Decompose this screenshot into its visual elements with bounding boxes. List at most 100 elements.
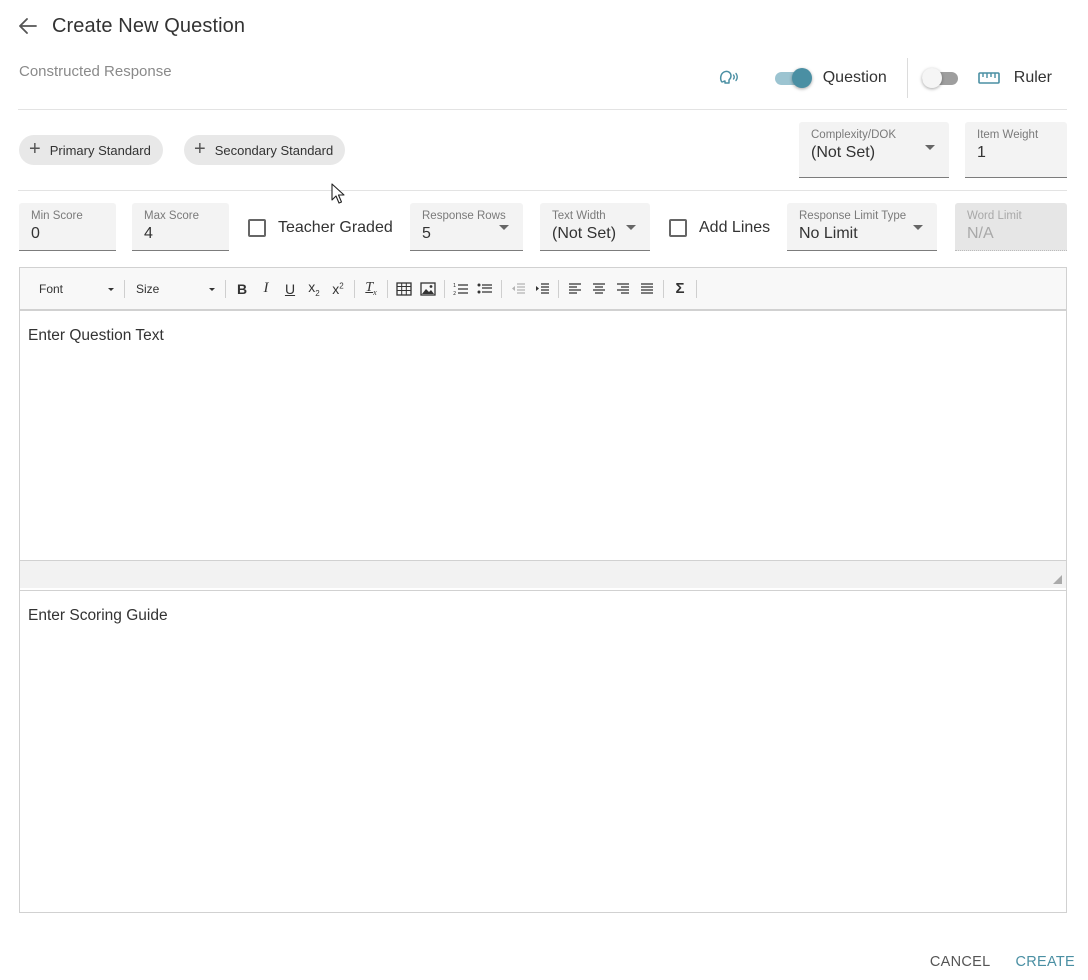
text-width-select[interactable]: Text Width (Not Set) xyxy=(540,203,650,251)
toolbar-separator xyxy=(387,279,388,298)
header: Create New Question xyxy=(18,12,245,40)
align-center-icon[interactable] xyxy=(587,277,611,301)
item-weight-input[interactable]: Item Weight 1 xyxy=(965,122,1067,178)
response-rows-select[interactable]: Response Rows 5 xyxy=(410,203,523,251)
subscript-icon[interactable]: x2 xyxy=(302,277,326,301)
italic-icon[interactable]: I xyxy=(254,277,278,301)
scoring-guide-area[interactable]: Enter Scoring Guide xyxy=(19,591,1067,913)
chevron-down-icon xyxy=(925,145,935,150)
response-rows-value: 5 xyxy=(422,225,431,242)
max-score-input[interactable]: Max Score 4 xyxy=(132,203,229,251)
toolbar-separator xyxy=(663,279,664,298)
superscript-icon[interactable]: x2 xyxy=(326,277,350,301)
teacher-graded-checkbox[interactable]: Teacher Graded xyxy=(248,217,393,239)
divider-top xyxy=(18,109,1067,110)
plus-icon: + xyxy=(194,138,206,160)
ruler-toggle-knob xyxy=(921,68,942,88)
divider-middle xyxy=(18,190,1067,191)
numbered-list-icon[interactable]: 12 xyxy=(449,277,473,301)
add-lines-box[interactable] xyxy=(669,219,687,237)
cancel-button[interactable]: CANCEL xyxy=(930,954,991,970)
image-icon[interactable] xyxy=(416,277,440,301)
mouse-cursor-icon xyxy=(331,183,345,205)
chevron-down-icon xyxy=(499,225,509,230)
align-left-icon[interactable] xyxy=(563,277,587,301)
scoring-guide-placeholder: Enter Scoring Guide xyxy=(28,607,168,624)
teacher-graded-label: Teacher Graded xyxy=(278,219,393,236)
ruler-icon[interactable] xyxy=(977,70,1002,86)
toolbar-separator xyxy=(696,279,697,298)
top-tools: Question Ruler xyxy=(719,58,1052,98)
response-limit-type-label: Response Limit Type xyxy=(799,210,907,222)
table-icon[interactable] xyxy=(392,277,416,301)
toolbar-separator xyxy=(354,279,355,298)
complexity-dok-value: (Not Set) xyxy=(811,144,876,161)
add-lines-checkbox[interactable]: Add Lines xyxy=(669,217,770,239)
complexity-dok-label: Complexity/DOK xyxy=(811,129,896,141)
complexity-dok-select[interactable]: Complexity/DOK (Not Set) xyxy=(799,122,949,178)
font-select[interactable]: Font xyxy=(24,277,120,301)
resize-grip-icon[interactable] xyxy=(1053,575,1062,584)
bold-icon[interactable]: B xyxy=(230,277,254,301)
word-limit-input: Word Limit N/A xyxy=(955,203,1067,251)
question-editor: Font Size B I U x2 x2 Tx 12 Σ Enter Ques… xyxy=(19,267,1067,591)
question-toggle-label: Question xyxy=(822,69,887,86)
toolbar-separator xyxy=(444,279,445,298)
text-to-speech-icon[interactable] xyxy=(719,67,741,89)
min-score-value: 0 xyxy=(31,225,40,242)
tools-divider xyxy=(906,58,908,98)
chevron-down-icon xyxy=(209,287,215,291)
question-toggle-knob xyxy=(791,68,812,88)
toolbar-separator xyxy=(558,279,559,298)
primary-standard-label: Primary Standard xyxy=(49,142,151,158)
response-limit-type-value: No Limit xyxy=(799,225,858,242)
increase-indent-icon[interactable] xyxy=(530,277,554,301)
chevron-down-icon xyxy=(913,225,923,230)
svg-text:1: 1 xyxy=(453,283,456,289)
editor-statusbar xyxy=(20,560,1066,588)
add-primary-standard-button[interactable]: + Primary Standard xyxy=(19,135,163,165)
toolbar-separator xyxy=(501,279,502,298)
toolbar-separator xyxy=(124,279,125,298)
min-score-input[interactable]: Min Score 0 xyxy=(19,203,116,251)
response-rows-label: Response Rows xyxy=(422,210,506,222)
teacher-graded-box[interactable] xyxy=(248,219,266,237)
chevron-down-icon xyxy=(108,287,114,291)
editor-toolbar: Font Size B I U x2 x2 Tx 12 Σ xyxy=(20,268,1066,311)
page-title: Create New Question xyxy=(52,14,246,37)
back-arrow-icon[interactable] xyxy=(18,16,38,36)
item-weight-value: 1 xyxy=(977,144,986,161)
ruler-label: Ruler xyxy=(1013,69,1052,86)
question-text-area[interactable]: Enter Question Text xyxy=(20,311,1066,560)
math-sigma-icon[interactable]: Σ xyxy=(668,277,692,301)
question-text-placeholder: Enter Question Text xyxy=(28,327,164,344)
remove-format-icon[interactable]: Tx xyxy=(359,277,383,301)
toolbar-separator xyxy=(225,279,226,298)
font-select-label: Font xyxy=(39,281,64,296)
dialog-actions: CANCEL CREATE xyxy=(930,954,1075,970)
size-select[interactable]: Size xyxy=(129,277,221,301)
align-justify-icon[interactable] xyxy=(635,277,659,301)
word-limit-value: N/A xyxy=(967,225,994,242)
chevron-down-icon xyxy=(626,225,636,230)
add-secondary-standard-button[interactable]: + Secondary Standard xyxy=(184,135,346,165)
svg-text:2: 2 xyxy=(453,291,456,296)
min-score-label: Min Score xyxy=(31,210,83,222)
question-type-label: Constructed Response xyxy=(19,63,172,80)
bulleted-list-icon[interactable] xyxy=(473,277,497,301)
size-select-label: Size xyxy=(136,281,160,296)
underline-icon[interactable]: U xyxy=(278,277,302,301)
word-limit-label: Word Limit xyxy=(967,210,1022,222)
max-score-value: 4 xyxy=(144,225,153,242)
decrease-indent-icon[interactable] xyxy=(506,277,530,301)
text-width-label: Text Width xyxy=(552,210,606,222)
question-toggle[interactable] xyxy=(774,68,812,88)
plus-icon: + xyxy=(29,138,41,160)
ruler-toggle[interactable] xyxy=(921,68,958,88)
response-limit-type-select[interactable]: Response Limit Type No Limit xyxy=(787,203,937,251)
item-weight-label: Item Weight xyxy=(977,129,1039,141)
create-button[interactable]: CREATE xyxy=(1015,954,1075,970)
add-lines-label: Add Lines xyxy=(699,219,771,236)
align-right-icon[interactable] xyxy=(611,277,635,301)
secondary-standard-label: Secondary Standard xyxy=(214,142,334,158)
